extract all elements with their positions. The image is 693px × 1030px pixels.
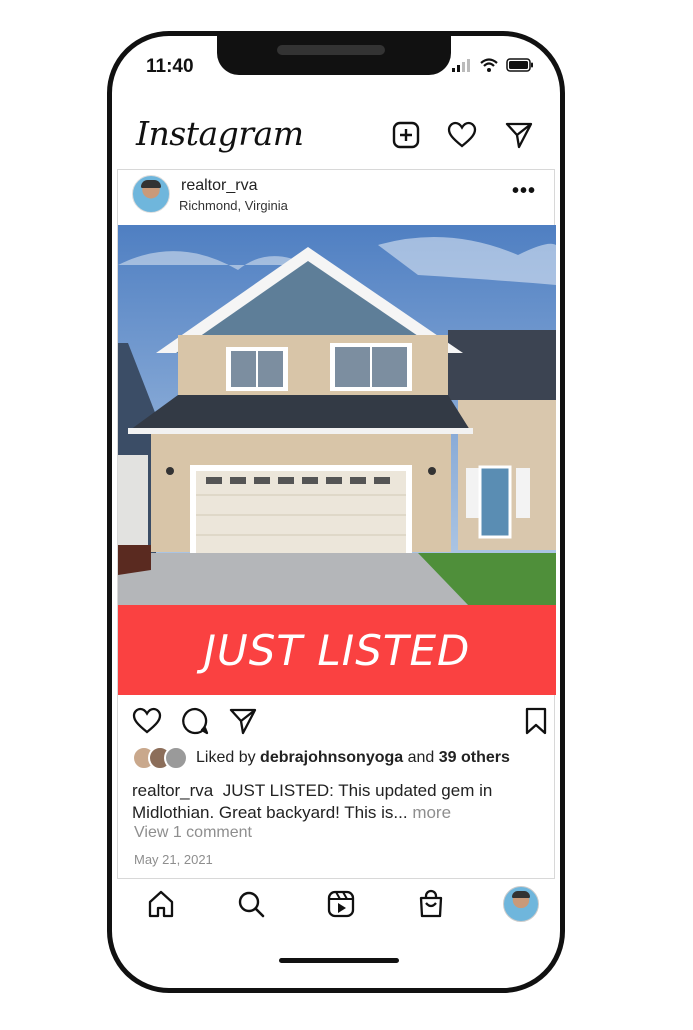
search-icon[interactable] [236,889,266,919]
new-post-icon[interactable] [391,120,421,150]
just-listed-banner: JUST LISTED [118,605,556,695]
liker-avatar [164,746,188,770]
view-comments-link[interactable]: View 1 comment [134,824,252,842]
more-options-icon[interactable]: ••• [512,180,536,203]
bottom-tab-bar [112,879,560,939]
house-photo [118,225,556,605]
phone-frame: 11:40 Instagram realtor_rva Richmond, Vi… [107,31,565,993]
likes-others-count[interactable]: 39 others [439,749,510,766]
share-icon[interactable] [228,706,258,736]
wifi-icon [480,58,498,72]
shop-icon[interactable] [416,889,446,919]
post-card: realtor_rva Richmond, Virginia ••• JUST … [117,169,556,879]
direct-message-icon[interactable] [504,120,534,150]
post-username[interactable]: realtor_rva [181,177,257,195]
banner-text: JUST LISTED [203,625,471,675]
post-date: May 21, 2021 [134,852,213,867]
status-icons [452,58,534,72]
profile-avatar[interactable] [503,886,539,922]
home-indicator [279,958,399,963]
cellular-signal-icon [452,59,470,72]
post-author-avatar[interactable] [132,175,170,213]
like-heart-icon[interactable] [132,706,162,736]
caption-more-link[interactable]: more [412,803,451,822]
comment-icon[interactable] [180,706,210,736]
heart-icon[interactable] [447,120,477,150]
caption-username[interactable]: realtor_rva [132,781,213,800]
app-header: Instagram [112,108,560,166]
instagram-logo[interactable]: Instagram [136,114,304,153]
post-photo[interactable] [118,225,556,605]
status-time: 11:40 [146,56,194,77]
post-location[interactable]: Richmond, Virginia [179,198,288,213]
post-caption: realtor_rva JUST LISTED: This updated ge… [132,780,542,824]
home-icon[interactable] [146,889,176,919]
liker-username[interactable]: debrajohnsonyoga [260,749,403,766]
reels-icon[interactable] [326,889,356,919]
bookmark-icon[interactable] [521,706,551,736]
battery-icon [506,58,533,72]
likes-text: Liked by debrajohnsonyoga and 39 others [196,749,510,766]
post-actions [118,700,554,740]
post-header: realtor_rva Richmond, Virginia ••• [118,170,554,225]
phone-notch [217,36,451,75]
likes-summary[interactable]: Liked by debrajohnsonyoga and 39 others [132,745,510,771]
